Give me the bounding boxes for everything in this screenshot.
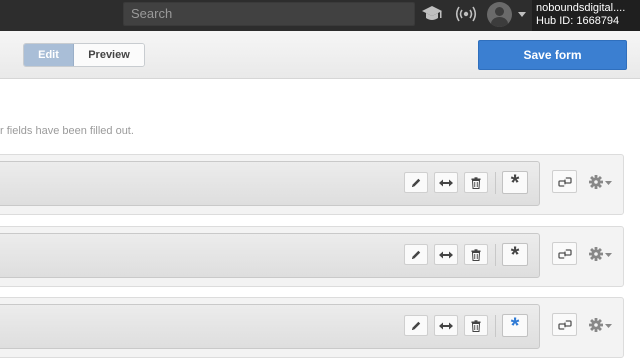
chevron-down-icon[interactable] <box>518 12 526 17</box>
settings-gear-icon[interactable] <box>588 246 614 262</box>
toolbar-divider <box>495 244 496 266</box>
resize-field-arrows-icon[interactable] <box>434 244 458 265</box>
resize-field-arrows-icon[interactable] <box>434 315 458 336</box>
account-name: noboundsdigital.... <box>536 2 626 14</box>
edit-field-pencil-icon[interactable] <box>404 244 428 265</box>
delete-field-trash-icon[interactable] <box>464 315 488 336</box>
form-toolbar: Edit Preview Save form <box>0 31 640 79</box>
settings-gear-icon[interactable] <box>588 317 614 333</box>
dependent-field-link-icon[interactable] <box>552 313 577 336</box>
account-menu[interactable]: noboundsdigital.... Hub ID: 1668794 <box>532 0 640 31</box>
required-toggle-asterisk-icon[interactable]: * <box>502 170 528 195</box>
required-toggle-asterisk-icon[interactable]: * <box>502 242 528 267</box>
delete-field-trash-icon[interactable] <box>464 244 488 265</box>
avatar-head <box>495 7 504 16</box>
dependent-field-link-icon[interactable] <box>552 170 577 193</box>
form-note-text: r fields have been filled out. <box>0 125 134 137</box>
edit-field-pencil-icon[interactable] <box>404 172 428 193</box>
broadcast-icon[interactable] <box>455 5 477 23</box>
save-form-button[interactable]: Save form <box>478 40 627 70</box>
resize-field-arrows-icon[interactable] <box>434 172 458 193</box>
settings-gear-icon[interactable] <box>588 174 614 190</box>
preview-tab[interactable]: Preview <box>74 44 144 66</box>
search-input[interactable]: Search <box>123 2 415 26</box>
delete-field-trash-icon[interactable] <box>464 172 488 193</box>
form-field-body[interactable] <box>0 304 540 349</box>
form-field-body[interactable] <box>0 161 540 206</box>
avatar-icon[interactable] <box>487 2 512 27</box>
form-field-body[interactable] <box>0 233 540 278</box>
edit-tab[interactable]: Edit <box>24 44 74 66</box>
graduation-cap-icon[interactable] <box>421 4 443 24</box>
edit-preview-toggle: Edit Preview <box>23 43 145 67</box>
edit-field-pencil-icon[interactable] <box>404 315 428 336</box>
top-navigation-bar: Search noboundsdigital.... Hub ID: 16687… <box>0 0 640 31</box>
dependent-field-link-icon[interactable] <box>552 242 577 265</box>
required-toggle-asterisk-icon[interactable]: * <box>502 313 528 338</box>
hub-id: Hub ID: 1668794 <box>536 15 620 27</box>
toolbar-divider <box>495 315 496 337</box>
toolbar-divider <box>495 172 496 194</box>
avatar-body <box>491 17 508 27</box>
